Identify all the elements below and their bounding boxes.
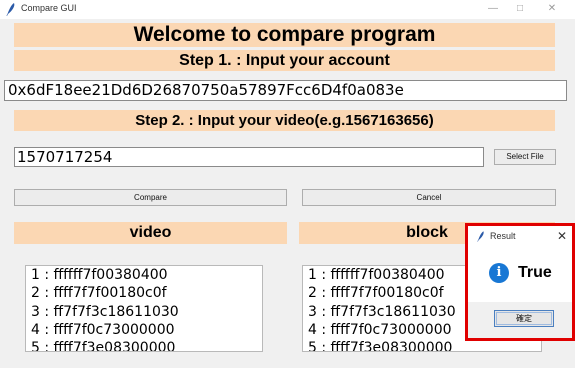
result-message: True	[518, 264, 552, 281]
list-item[interactable]: 4 : ffff7f0c73000000	[26, 321, 262, 339]
compare-gui-window: Compare GUI — □ ✕ Welcome to compare pro…	[0, 0, 575, 368]
video-input[interactable]: 1570717254	[14, 147, 484, 167]
dialog-title-bar: Result ✕	[468, 226, 572, 248]
window-title: Compare GUI	[21, 3, 77, 13]
list-item[interactable]: 1 : ffffff7f00380400	[26, 266, 262, 284]
list-item[interactable]: 5 : ffff7f3e08300000	[303, 339, 541, 351]
title-bar: Compare GUI — □ ✕	[0, 0, 575, 19]
video-column-label: video	[14, 222, 287, 244]
minimize-button[interactable]: —	[482, 1, 504, 17]
step2-label: Step 2. : Input your video(e.g.156716365…	[14, 110, 555, 131]
dialog-body: i True	[468, 248, 572, 302]
step1-label: Step 1. : Input your account	[14, 50, 555, 71]
ok-button[interactable]: 確定	[494, 310, 554, 327]
result-dialog: Result ✕ i True 確定	[465, 223, 575, 341]
compare-button[interactable]: Compare	[14, 189, 287, 206]
select-file-button[interactable]: Select File	[494, 149, 556, 165]
feather-icon	[477, 231, 484, 242]
dialog-title: Result	[490, 231, 516, 241]
list-item[interactable]: 3 : ff7f7f3c18611030	[26, 303, 262, 321]
close-icon[interactable]: ✕	[554, 228, 570, 244]
maximize-button[interactable]: □	[509, 1, 531, 17]
dialog-footer: 確定	[468, 302, 572, 338]
list-item[interactable]: 2 : ffff7f7f00180c0f	[26, 284, 262, 302]
cancel-button[interactable]: Cancel	[302, 189, 556, 206]
welcome-heading: Welcome to compare program	[14, 23, 555, 47]
info-icon: i	[489, 263, 509, 283]
feather-icon	[6, 3, 15, 16]
video-list-scrollbar[interactable]	[264, 265, 274, 352]
list-item[interactable]: 5 : ffff7f3e08300000	[26, 339, 262, 351]
account-input[interactable]: 0x6dF18ee21Dd6D26870750a57897Fcc6D4f0a08…	[4, 80, 567, 101]
video-list[interactable]: 1 : ffffff7f00380400 2 : ffff7f7f00180c0…	[25, 265, 263, 352]
close-button[interactable]: ✕	[541, 1, 563, 17]
